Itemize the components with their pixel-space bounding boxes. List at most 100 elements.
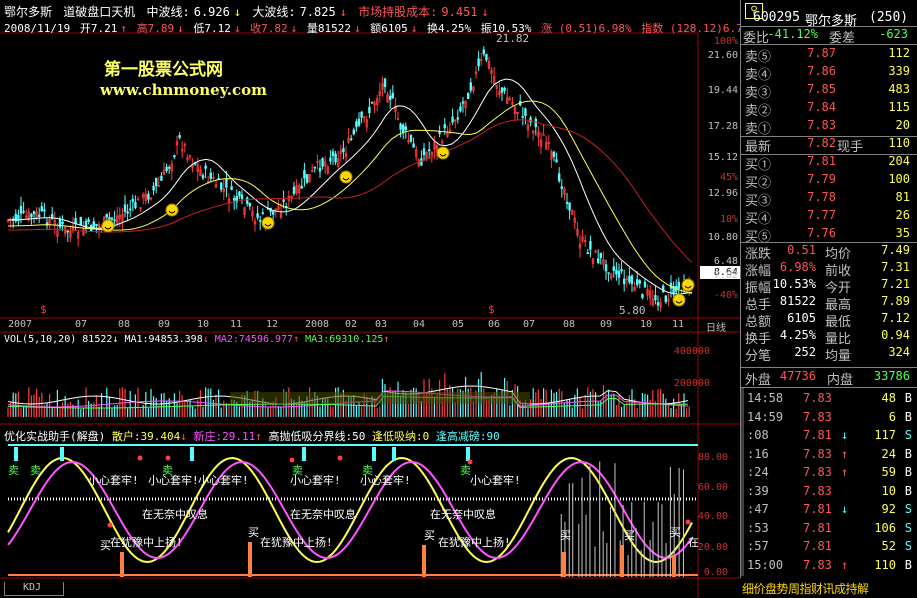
indicator-annotation-buy-23: 买 [670, 526, 681, 539]
outer-inner-row: 外盘 47736 内盘 33786 [741, 369, 917, 388]
candle-body-239 [628, 275, 631, 283]
big-wave-arrow: ↓ [339, 5, 347, 19]
candle-body-184 [485, 53, 488, 61]
stat-value-1: 6.98% [779, 260, 816, 274]
buy-signal-mark-1: $ [488, 303, 495, 316]
ask-row-2: 卖② 7.84 115 [741, 100, 917, 119]
watermark-url: www.chnmoney.com [100, 81, 267, 99]
smiley-icon-1 [165, 203, 179, 217]
kdj-tab[interactable]: KDJ [4, 582, 64, 596]
candle-body-215 [565, 202, 569, 204]
candle-body-243 [638, 280, 642, 284]
tick-price: 7.81 [803, 428, 832, 442]
smiley-icon-5 [681, 278, 695, 292]
bid-price: 7.78 [807, 190, 836, 204]
tick-row: :24 7.83 ↑ 59 B [741, 465, 917, 483]
candle-body-228 [599, 252, 603, 259]
high-price-mark: 21.82 [496, 32, 530, 45]
smiley-icon-4 [436, 146, 450, 160]
time-axis-label-6: 12 [266, 319, 279, 330]
bid-volume: 204 [888, 154, 910, 168]
bar-open: 开7.21 [79, 22, 118, 35]
volume-arrow-icon: ↓ [353, 22, 361, 35]
candle-body-64 [173, 155, 176, 158]
latest-value: 7.82 [807, 136, 836, 150]
bid-row-3: 买③ 7.78 81 [741, 190, 917, 209]
ask-volume: 483 [888, 82, 910, 96]
tick-row: 14:58 7.83 48 B [741, 391, 917, 409]
candle-body-213 [560, 186, 564, 190]
bid-volume: 35 [895, 226, 910, 240]
stat-label-2: 均量 [825, 349, 852, 364]
candle-body-249 [654, 295, 657, 301]
indicator-legend: 优化实战助手(解盘) 散户:39.404↓ 新庄:29.11↑ 高抛低吸分界线:… [4, 428, 500, 444]
candle-body-5 [19, 205, 23, 214]
ask-row-1: 卖① 7.83 20 [741, 118, 917, 137]
tick-time: :08 [747, 428, 769, 442]
tick-scrollbar[interactable] [741, 388, 744, 576]
tick-row: :16 7.83 ↑ 24 B [741, 447, 917, 465]
candle-body-206 [542, 134, 545, 136]
bar-change: 涨 (0.51)6.98% [541, 22, 632, 35]
latest-row: 最新 7.82 现手 110 [741, 136, 917, 155]
ask-label: 卖⑤ [745, 50, 772, 65]
time-axis-label-0: 2007 [8, 319, 33, 330]
indicator-annotation-buy-18: 买 [100, 539, 111, 552]
tick-row: :39 7.83 10 B [741, 484, 917, 502]
indicator-name: 道破盘口天机 [63, 5, 136, 19]
candle-body-38 [105, 213, 109, 218]
candle-body-39 [108, 217, 111, 220]
stat-label-1: 分笔 [745, 349, 772, 364]
candle-body-140 [370, 101, 374, 104]
stat-value-2: 7.31 [881, 260, 910, 274]
ask-label: 卖④ [745, 68, 772, 83]
tick-time: 14:58 [747, 391, 784, 405]
ma2-arrow-icon: ↑ [293, 334, 300, 345]
index-change: 指数 (128.12)6.78% [641, 22, 756, 35]
candle-body-147 [388, 95, 392, 100]
bid-price: 7.81 [807, 154, 836, 168]
chart-title-line: 鄂尔多斯 道破盘口天机 中波线: 6.926 ↓ 大波线: 7.825 ↓ 市场持股成本… [4, 3, 493, 20]
weicha-value: -623 [879, 27, 908, 41]
bottom-tab-labels[interactable]: 细价盘势周指财讯成持解 [742, 580, 869, 597]
bottom-tab-bar[interactable]: 细价盘势周指财讯成持解 [740, 578, 917, 598]
quote-code: 600295 [753, 10, 800, 25]
chart-area[interactable]: $ $ 鄂尔多斯 道破盘口天机 中波线: 6.926 ↓ 大波线: 7.825 ↓ 市场持… [0, 0, 756, 598]
candle-body-174 [459, 106, 462, 112]
candle-body-191 [503, 88, 506, 92]
candle-body-171 [451, 116, 454, 123]
candle-body-31 [87, 218, 90, 222]
candle-body-224 [589, 241, 592, 250]
price-axis-label-7: 10% [719, 214, 738, 225]
candle-body-21 [61, 221, 64, 225]
ask-volume: 115 [888, 100, 910, 114]
tick-price: 7.83 [803, 557, 832, 572]
tick-price: 7.81 [803, 502, 832, 516]
candle-body-210 [552, 151, 556, 157]
candle-body-242 [635, 279, 639, 286]
tick-row: 14:59 7.83 6 B [741, 410, 917, 428]
buy-bar-4 [620, 545, 624, 577]
sell-bar-0 [14, 447, 18, 461]
candle-body-237 [622, 278, 626, 285]
tick-side: S [904, 539, 912, 553]
tick-side: B [904, 446, 912, 461]
ind-threshold: 高抛低吸分界线:50 [268, 430, 366, 443]
price-axis-label-4: 15.12 [707, 152, 738, 163]
indicator-axis-label-4: 0.00 [703, 567, 728, 578]
candle-body-61 [165, 166, 168, 171]
stat-value-1: 4.25% [779, 328, 816, 342]
candle-body-102 [271, 211, 275, 215]
stat-value-2: 7.21 [881, 277, 910, 291]
candle-body-129 [342, 148, 345, 153]
stat-value-2: 7.49 [881, 243, 910, 257]
indicator-annotation-careful-0: 小心套牢! [88, 474, 139, 487]
now-hand-label: 现手 [837, 140, 864, 155]
smiley-icon-0 [101, 219, 115, 233]
tick-price: 7.83 [803, 446, 832, 461]
tick-arrow-icon: ↑ [841, 465, 849, 479]
time-axis-label-1: 07 [75, 319, 88, 330]
ask-label: 卖③ [745, 86, 772, 101]
tick-time: :39 [747, 483, 769, 498]
candle-body-227 [596, 258, 600, 263]
